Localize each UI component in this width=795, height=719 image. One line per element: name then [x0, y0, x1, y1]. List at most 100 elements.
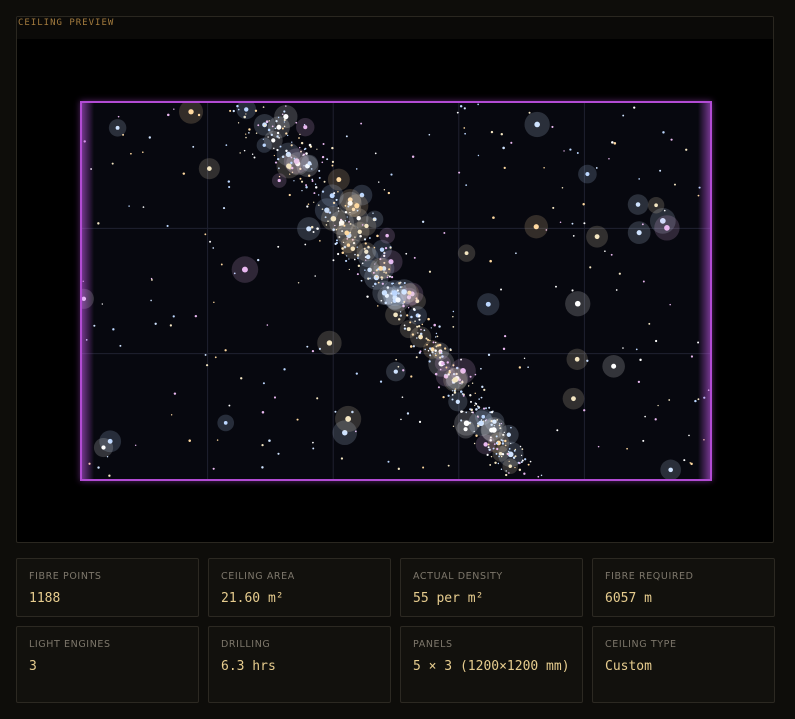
fibre-point — [271, 138, 276, 143]
fibre-point — [257, 124, 260, 127]
fibre-point — [299, 133, 301, 136]
fibre-point — [529, 460, 532, 463]
fibre-point — [690, 355, 694, 358]
fibre-point — [192, 145, 195, 148]
fibre-point — [262, 382, 265, 385]
fibre-point — [638, 178, 641, 180]
fibre-point — [622, 114, 625, 117]
fibre-point — [427, 317, 430, 321]
fibre-point — [456, 111, 459, 114]
fibre-point — [694, 399, 697, 403]
fibre-point — [150, 299, 152, 302]
fibre-point — [267, 128, 271, 132]
fibre-point — [254, 109, 258, 112]
fibre-point — [688, 434, 690, 437]
fibre-point — [458, 171, 461, 174]
fibre-point — [424, 348, 427, 351]
fibre-point — [313, 192, 316, 195]
preview-header: CEILING PREVIEW — [17, 17, 773, 39]
fibre-point — [356, 273, 359, 276]
fibre-point — [474, 392, 476, 395]
stat-value: Custom — [605, 659, 652, 674]
fibre-point — [322, 143, 325, 146]
fibre-point — [388, 268, 391, 271]
edge-glow-right — [698, 103, 710, 479]
fibre-point — [459, 390, 463, 393]
fibre-point — [361, 224, 364, 226]
fibre-point — [283, 368, 286, 371]
fibre-point — [333, 192, 336, 195]
fibre-point — [345, 259, 348, 263]
fibre-point — [325, 224, 328, 226]
fibre-point — [483, 442, 488, 447]
stat-label: FIBRE REQUIRED — [605, 571, 694, 582]
fibre-point — [648, 322, 651, 325]
ceiling-canvas[interactable] — [80, 101, 712, 481]
stat-value: 1188 — [29, 591, 61, 606]
fibre-point — [582, 203, 585, 206]
fibre-point — [288, 193, 291, 197]
fibre-point — [533, 224, 539, 230]
fibre-points — [82, 103, 710, 479]
fibre-point — [514, 448, 517, 451]
preview-title: CEILING PREVIEW — [18, 18, 115, 28]
fibre-point — [299, 177, 302, 180]
fibre-point — [251, 153, 254, 155]
fibre-point — [316, 227, 319, 230]
fibre-point — [467, 385, 470, 387]
fibre-point — [527, 463, 530, 466]
fibre-point — [182, 172, 186, 175]
fibre-point — [469, 394, 472, 396]
fibre-point — [521, 459, 524, 462]
fibre-point — [569, 148, 572, 151]
fibre-point — [314, 183, 317, 186]
fibre-point — [439, 356, 442, 359]
fibre-point — [245, 133, 247, 135]
fibre-point — [639, 358, 642, 362]
fibre-point — [403, 327, 407, 330]
fibre-point — [207, 166, 212, 171]
fibre-point — [474, 404, 476, 407]
fibre-point — [443, 232, 446, 234]
fibre-point — [326, 340, 333, 346]
fibre-point — [437, 386, 441, 389]
fibre-point — [488, 448, 491, 452]
fibre-point — [257, 258, 260, 262]
fibre-point — [305, 184, 308, 187]
fibre-point — [380, 276, 383, 279]
fibre-point — [248, 132, 250, 134]
fibre-point — [283, 121, 286, 123]
fibre-point — [334, 242, 337, 246]
fibre-point — [481, 385, 484, 389]
fibre-point — [374, 152, 377, 155]
fibre-point — [574, 300, 581, 307]
fibre-point — [376, 305, 379, 307]
fibre-point — [528, 111, 531, 114]
fibre-point — [368, 237, 371, 239]
fibre-point — [240, 377, 243, 380]
fibre-point — [435, 354, 437, 357]
fibre-point — [445, 366, 448, 369]
fibre-point — [452, 377, 458, 383]
fibre-point — [407, 307, 410, 309]
fibre-point — [492, 216, 495, 219]
fibre-point — [316, 397, 319, 400]
fibre-point — [331, 146, 334, 150]
fibre-point — [264, 124, 267, 127]
fibre-point — [486, 453, 489, 456]
fibre-point — [437, 344, 440, 347]
fibre-point — [194, 314, 198, 318]
fibre-point — [410, 375, 413, 378]
fibre-point — [232, 109, 235, 113]
fibre-point — [277, 452, 280, 455]
fibre-point — [354, 203, 360, 209]
fibre-point — [311, 180, 314, 182]
fibre-point — [464, 251, 469, 256]
fibre-point — [420, 337, 423, 339]
fibre-point — [331, 164, 334, 167]
fibre-point — [397, 467, 400, 470]
fibre-point — [419, 350, 422, 353]
fibre-point — [277, 245, 280, 248]
fibre-point — [636, 230, 642, 236]
fibre-point — [480, 367, 482, 370]
